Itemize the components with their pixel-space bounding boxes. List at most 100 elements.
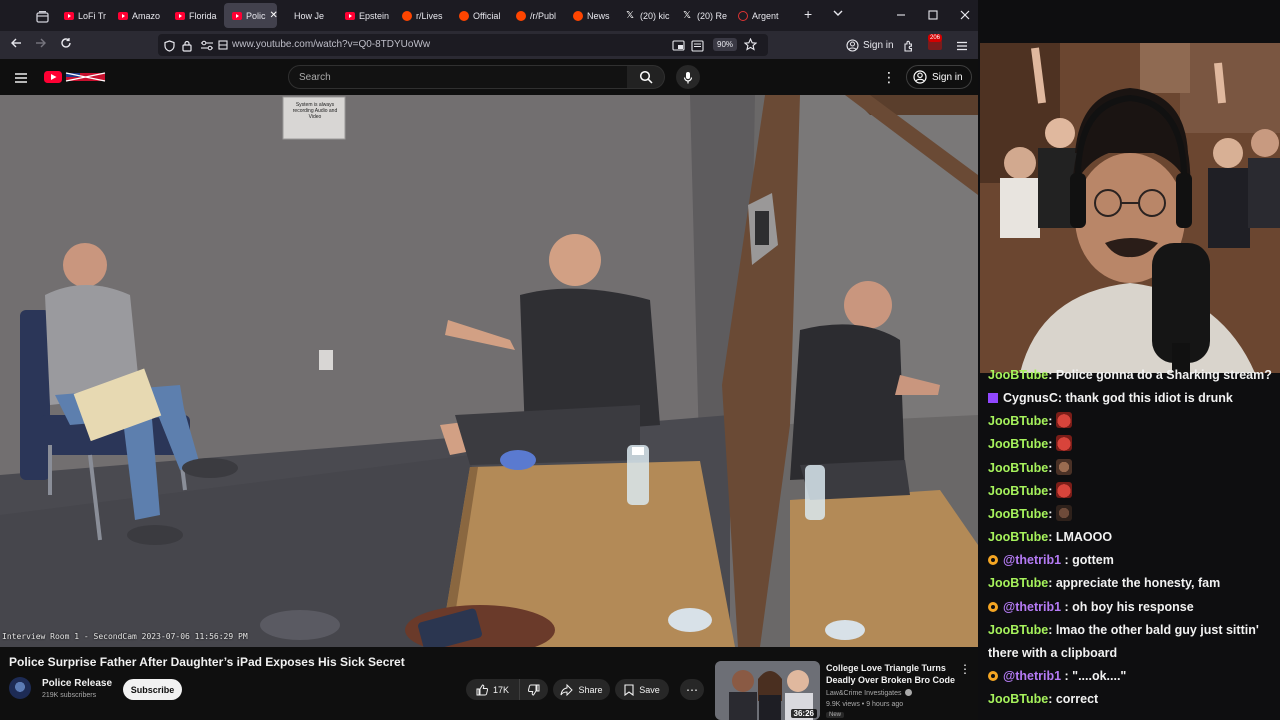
globe-icon <box>738 10 748 21</box>
chat-text: : <box>1048 460 1056 475</box>
chat-username[interactable]: JooBTube <box>988 437 1048 451</box>
back-icon[interactable] <box>10 37 22 53</box>
streamer-webcam <box>980 43 1280 373</box>
recommended-menu-icon[interactable]: ⋮ <box>959 662 971 676</box>
verified-icon <box>905 689 913 696</box>
chat-username[interactable]: JooBTube <box>988 530 1048 544</box>
chat-message: @thetrib1 : gottem <box>988 550 1278 570</box>
subscriber-badge-icon <box>988 601 998 612</box>
search-icon <box>639 70 653 84</box>
address-bar[interactable]: www.youtube.com/watch?v=Q0-8TDYUoWw 90% <box>158 34 768 56</box>
chat-username[interactable]: JooBTube <box>988 623 1048 637</box>
chat-username[interactable]: JooBTube <box>988 461 1048 475</box>
lock-icon[interactable] <box>182 39 192 57</box>
share-button[interactable]: Share <box>553 679 610 700</box>
close-icon[interactable] <box>960 9 970 23</box>
chat-username[interactable]: JooBTube <box>988 368 1048 382</box>
reload-icon[interactable] <box>60 37 72 53</box>
more-actions-button[interactable]: ⋯ <box>680 679 704 700</box>
youtube-icon <box>118 11 128 20</box>
url-text[interactable]: www.youtube.com/watch?v=Q0-8TDYUoWw <box>232 39 430 50</box>
save-button[interactable]: Save <box>615 679 669 700</box>
voice-search-button[interactable] <box>676 65 700 89</box>
extensions-icon[interactable] <box>903 39 915 57</box>
browser-tab[interactable]: LoFi Tr <box>56 3 109 28</box>
browser-tab[interactable]: Official <box>451 3 507 28</box>
new-tab-icon[interactable]: + <box>804 7 812 21</box>
dislike-button[interactable] <box>519 679 548 700</box>
chat-username[interactable]: @thetrib1 <box>1003 669 1061 683</box>
channel-avatar[interactable] <box>9 677 31 699</box>
chat-username[interactable]: @thetrib1 <box>1003 600 1061 614</box>
youtube-signin-button[interactable]: Sign in <box>906 65 972 89</box>
chat-username[interactable]: JooBTube <box>988 414 1048 428</box>
chat-username[interactable]: JooBTube <box>988 484 1048 498</box>
channel-name[interactable]: Police Release <box>42 678 112 689</box>
browser-tab[interactable]: (20) kic <box>618 3 674 28</box>
minimize-icon[interactable] <box>896 9 906 23</box>
more-options-icon[interactable]: ⋮ <box>882 69 896 86</box>
browser-tab[interactable]: r/Lives <box>394 3 450 28</box>
chat-text: : <box>1048 506 1056 521</box>
chat-emote-icon <box>1055 412 1072 429</box>
zoom-level[interactable]: 90% <box>713 38 738 51</box>
tab-overview-icon[interactable] <box>34 8 50 24</box>
browser-tab[interactable]: (20) Re <box>675 3 729 28</box>
chat-message: CygnusC: thank god this idiot is drunk <box>988 388 1278 408</box>
recommended-thumbnail[interactable]: 36:26 <box>715 661 820 720</box>
permissions-icon[interactable] <box>200 39 214 57</box>
chat-emote-icon <box>1055 504 1072 521</box>
chat-username[interactable]: JooBTube <box>988 507 1048 521</box>
browser-tab[interactable]: /r/Publ <box>508 3 564 28</box>
chat-emote-icon <box>1055 458 1072 475</box>
prime-badge-icon <box>988 393 998 404</box>
firefox-account-button[interactable]: Sign in <box>846 39 894 52</box>
search-button[interactable] <box>627 65 665 89</box>
recommended-channel-name: Law&Crime Investigates <box>826 690 902 697</box>
chat-message: @thetrib1 : oh boy his response <box>988 597 1278 617</box>
forward-icon[interactable] <box>35 37 47 53</box>
browser-tab[interactable]: Amazo <box>110 3 166 28</box>
chat-text: : thank god this idiot is drunk <box>1057 391 1233 406</box>
new-badge: New <box>826 712 845 718</box>
browser-tab[interactable]: How Je <box>278 3 336 28</box>
save-label: Save <box>639 684 660 695</box>
tab-label: (20) Re <box>697 10 728 21</box>
recommended-title[interactable]: College Love Triangle Turns Deadly Over … <box>826 662 956 686</box>
menu-icon[interactable] <box>956 39 968 57</box>
browser-tab[interactable]: Florida <box>167 3 223 28</box>
tab-label: Argent <box>752 10 779 21</box>
chat-username[interactable]: @thetrib1 <box>1003 553 1061 567</box>
picture-in-picture-icon[interactable] <box>672 39 685 57</box>
video-title: Police Surprise Father After Daughter’s … <box>9 655 405 669</box>
reddit-icon <box>573 10 583 21</box>
browser-tab[interactable]: Polic ✕ <box>224 3 277 28</box>
maximize-icon[interactable] <box>928 9 938 23</box>
share-label: Share <box>578 684 603 695</box>
youtube-logo[interactable] <box>44 70 106 84</box>
shield-icon[interactable] <box>164 39 175 57</box>
chat-text: : oh boy his response <box>1061 599 1194 614</box>
video-player[interactable]: System is always recording Audio and Vid… <box>0 95 978 647</box>
chat-message: there with a clipboard <box>988 643 1278 663</box>
media-icon[interactable] <box>218 39 228 53</box>
browser-tab[interactable]: News <box>565 3 617 28</box>
reader-view-icon[interactable] <box>691 39 704 57</box>
search-input[interactable]: Search <box>288 65 628 89</box>
chat-username[interactable]: JooBTube <box>988 692 1048 706</box>
x-icon <box>626 11 636 21</box>
chat-username[interactable]: JooBTube <box>988 576 1048 590</box>
browser-tab[interactable]: Argent <box>730 3 782 28</box>
window-controls <box>896 0 970 31</box>
tab-close-icon[interactable]: ✕ <box>270 10 277 21</box>
chevron-down-icon[interactable] <box>832 6 844 24</box>
subscribe-button[interactable]: Subscribe <box>123 679 182 700</box>
browser-tab[interactable]: Epstein <box>337 3 393 28</box>
thumbs-down-icon <box>528 684 540 696</box>
bookmark-star-icon[interactable] <box>743 37 758 56</box>
guide-menu-icon[interactable] <box>14 71 28 89</box>
recommended-channel[interactable]: Law&Crime Investigates <box>826 689 913 697</box>
chat-text: : <box>1048 414 1056 429</box>
like-button[interactable]: 17K <box>466 679 519 700</box>
chat-username[interactable]: CygnusC <box>1003 391 1058 405</box>
